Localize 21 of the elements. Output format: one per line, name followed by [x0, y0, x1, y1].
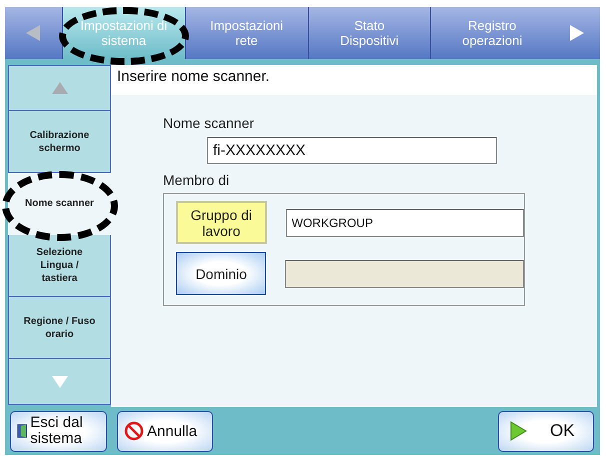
input-field[interactable]: WORKGROUP	[286, 208, 524, 236]
play-icon	[509, 421, 527, 441]
option-button[interactable]: Dominio	[176, 252, 266, 295]
sidebar-item[interactable]: Selezione Lingua / tastiera	[8, 235, 111, 297]
field-label: Membro di	[163, 172, 230, 188]
instruction-text: Inserire nome scanner.	[111, 65, 597, 95]
field-label: Nome scanner	[163, 115, 256, 131]
sidebar-item[interactable]: Regione / Fuso orario	[8, 297, 111, 359]
ok-button[interactable]: OK	[498, 410, 594, 452]
option-button[interactable]: Gruppo di lavoro	[176, 201, 267, 244]
logout-button[interactable]: Esci dal sistema	[10, 410, 107, 452]
left-arrow-icon	[24, 23, 42, 43]
up-arrow-icon	[50, 81, 70, 95]
scroll-up-button[interactable]	[8, 65, 111, 111]
right-arrow-icon	[568, 23, 586, 43]
prohibited-icon	[124, 421, 144, 441]
scroll-down-button[interactable]	[8, 359, 111, 405]
down-arrow-icon	[50, 374, 70, 388]
sidebar-item[interactable]: Calibrazione schermo	[8, 111, 111, 173]
name-field[interactable]: fi-XXXXXXXX	[207, 137, 497, 164]
cancel-button[interactable]: Annulla	[117, 410, 213, 452]
